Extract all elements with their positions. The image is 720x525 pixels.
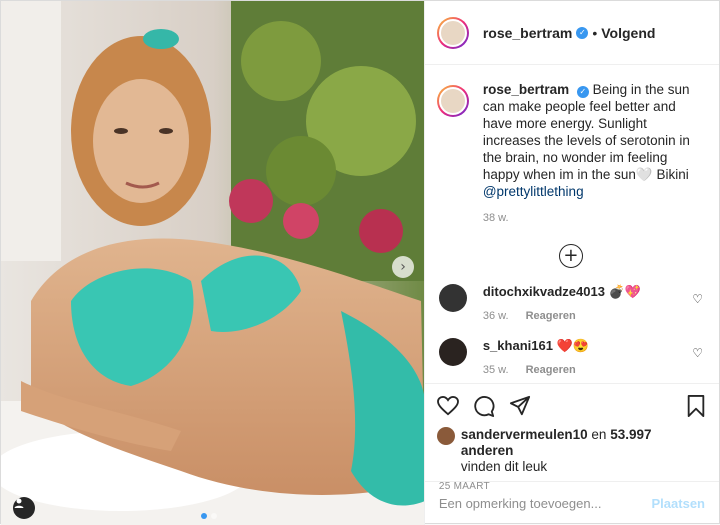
like-comment-heart-icon[interactable]: ♡ [692,292,703,306]
carousel-dot-active [201,513,207,519]
caption-mention-link[interactable]: @prettylittlething [483,184,584,199]
comment-text: ❤️😍 [556,338,589,353]
follow-status-button[interactable]: Volgend [601,25,655,41]
comment-username[interactable]: ditochxikvadze4013 [483,284,605,299]
add-comment-bar: Plaatsen [424,481,719,525]
author-username[interactable]: rose_bertram [483,25,573,41]
liker-username[interactable]: sandervermeulen10 [461,427,588,442]
comment-item: ditochxikvadze4013 💣💖 36 w. Reageren ♡ [437,284,705,322]
comment-timestamp: 36 w. [482,310,509,322]
instagram-post: › rose_bertram ✓ • Volgend rose_bertram [0,0,720,525]
comment-item: s_khani161 ❤️😍 35 w. Reageren ♡ [437,338,705,376]
plus-circle-icon[interactable]: + [558,244,583,268]
reply-button[interactable]: Reageren [526,364,576,376]
likes-connector: en [591,427,607,442]
reply-button[interactable]: Reageren [526,310,576,322]
comment-avatar[interactable] [438,338,467,366]
like-heart-icon[interactable] [435,393,461,419]
verified-badge-icon: ✓ [576,85,589,98]
user-tag-icon[interactable] [13,497,35,519]
post-header: rose_bertram ✓ • Volgend [424,1,719,65]
load-more-comments[interactable]: + [437,244,705,268]
separator-dot: • [592,24,598,41]
action-bar [424,383,719,427]
post-photo: › [1,1,424,525]
comment-avatar[interactable] [438,284,467,312]
caption: rose_bertram ✓ Being in the sun can make… [436,81,705,200]
post-sidebar: rose_bertram ✓ • Volgend rose_bertram ✓ … [423,1,719,525]
comment-timestamp: 35 w. [482,364,509,376]
caption-timestamp: 38 w. [482,212,509,224]
like-comment-heart-icon[interactable]: ♡ [692,346,703,360]
caption-text: rose_bertram ✓ Being in the sun can make… [483,81,705,200]
user-silhouette-icon [14,498,24,508]
likes-suffix: vinden dit leuk [460,459,548,474]
author-avatar[interactable] [436,16,469,49]
next-photo-button[interactable]: › [392,256,414,278]
comment-text: 💣💖 [608,284,641,299]
comment-bubble-icon[interactable] [471,393,497,419]
comments-section: rose_bertram ✓ Being in the sun can make… [425,65,719,383]
post-comment-button[interactable]: Plaatsen [652,496,705,511]
share-send-icon[interactable] [507,393,533,419]
caption-username[interactable]: rose_bertram [483,82,569,97]
liker-avatar[interactable] [436,427,455,445]
caption-body: Being in the sun can make people feel be… [482,82,690,182]
photo-illustration [1,1,424,525]
bookmark-icon[interactable] [683,393,709,419]
carousel-dot [211,513,217,519]
comment-username[interactable]: s_khani161 [483,338,553,353]
caption-avatar[interactable] [436,85,469,117]
add-comment-input[interactable] [438,496,652,511]
likes-summary: sandervermeulen10 en 53.997 anderen vind… [425,427,719,475]
carousel-indicator [201,513,217,519]
verified-badge-icon: ✓ [576,26,589,39]
